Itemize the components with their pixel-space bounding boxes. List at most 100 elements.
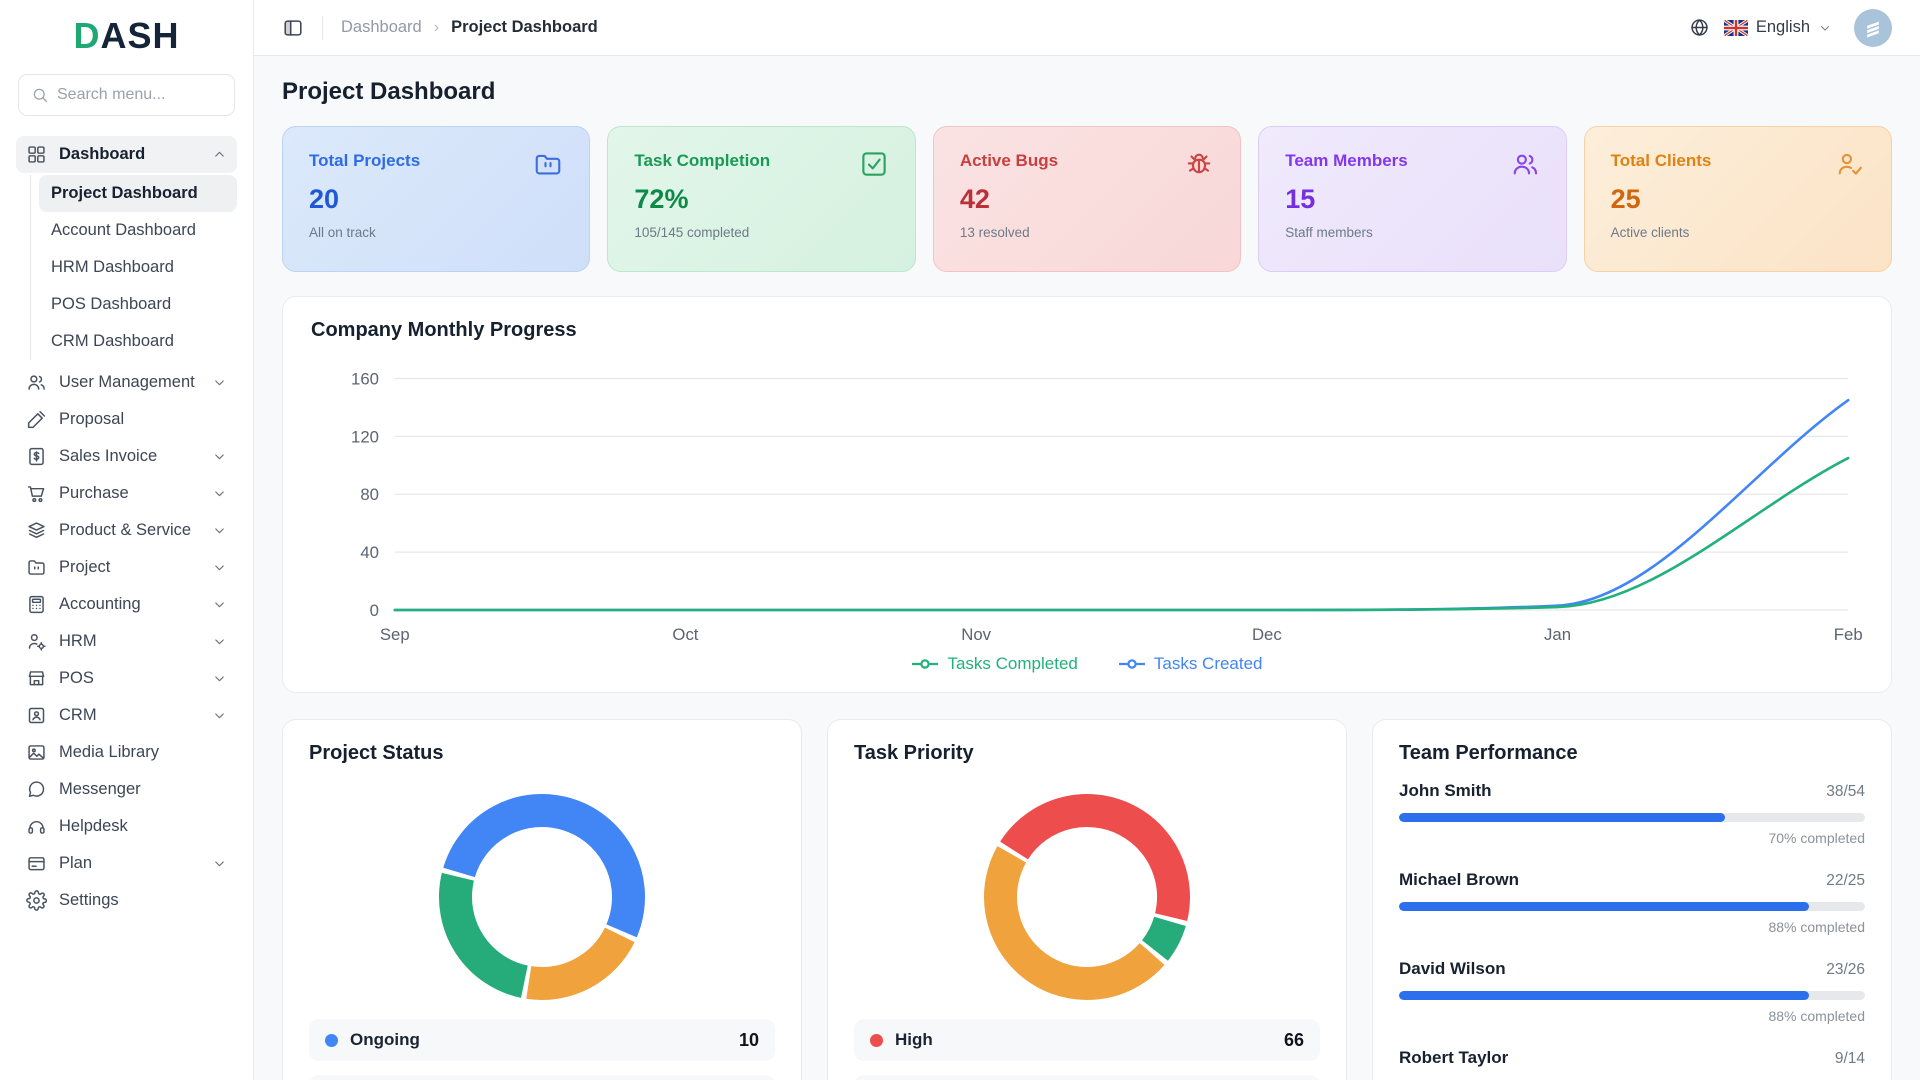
sidebar-item-hrm[interactable]: HRM (16, 623, 237, 660)
id-card-icon (26, 705, 47, 726)
sidebar-item-crm[interactable]: CRM (16, 697, 237, 734)
member-ratio: 22/25 (1826, 872, 1865, 890)
stat-card-task-completion: Task Completion72%105/145 completed (607, 126, 915, 272)
sidebar-item-product-service[interactable]: Product & Service (16, 512, 237, 549)
sidebar-subitem-crm-dashboard[interactable]: CRM Dashboard (39, 323, 237, 360)
sidebar-item-settings[interactable]: Settings (16, 882, 237, 919)
breadcrumb-chevron-icon: › (434, 19, 439, 37)
member-percent-label: 70% completed (1399, 830, 1865, 846)
stat-label: Total Clients (1611, 151, 1865, 171)
users-icon (26, 372, 47, 393)
sidebar-nav: Dashboard Project DashboardAccount Dashbo… (16, 136, 237, 919)
app-logo: DASH (16, 0, 237, 72)
sidebar-item-label: Product & Service (59, 521, 191, 540)
legend-row-high: High66 (854, 1019, 1320, 1061)
sidebar-item-sales-invoice[interactable]: Sales Invoice (16, 438, 237, 475)
user-avatar[interactable] (1854, 9, 1892, 47)
svg-text:80: 80 (360, 485, 379, 504)
sidebar-item-user-management[interactable]: User Management (16, 364, 237, 401)
sidebar-item-label: Messenger (59, 780, 141, 799)
legend-label: High (895, 1030, 933, 1050)
sidebar-item-accounting[interactable]: Accounting (16, 586, 237, 623)
store-icon (26, 668, 47, 689)
sidebar-subitem-project-dashboard[interactable]: Project Dashboard (39, 175, 237, 212)
sidebar-toggle-icon[interactable] (282, 17, 304, 39)
task-priority-panel: Task Priority High66 Medium69 (827, 719, 1347, 1080)
legend-item-tasks-created[interactable]: Tasks Created (1118, 654, 1263, 674)
member-name: Robert Taylor (1399, 1048, 1508, 1068)
uk-flag-icon (1724, 20, 1748, 36)
team-member-michael-brown: Michael Brown22/2588% completed (1399, 870, 1865, 935)
sidebar-item-plan[interactable]: Plan (16, 845, 237, 882)
bug-icon (1184, 149, 1214, 179)
legend-value: 10 (739, 1030, 759, 1051)
sidebar-subitem-account-dashboard[interactable]: Account Dashboard (39, 212, 237, 249)
user-check-icon (1835, 149, 1865, 179)
sidebar-item-media-library[interactable]: Media Library (16, 734, 237, 771)
svg-text:160: 160 (351, 369, 379, 388)
team-member-robert-taylor: Robert Taylor9/1464% completed (1399, 1048, 1865, 1080)
invoice-icon (26, 446, 47, 467)
legend-row-finished: Finished5 (309, 1075, 775, 1080)
svg-text:Feb: Feb (1834, 625, 1863, 644)
team-member-david-wilson: David Wilson23/2688% completed (1399, 959, 1865, 1024)
breadcrumb-current: Project Dashboard (451, 18, 598, 37)
sidebar-item-dashboard[interactable]: Dashboard (16, 136, 237, 173)
svg-text:120: 120 (351, 427, 379, 446)
chevron-down-icon (212, 856, 227, 871)
user-gear-icon (26, 631, 47, 652)
sidebar-item-pos[interactable]: POS (16, 660, 237, 697)
stat-label: Active Bugs (960, 151, 1214, 171)
svg-text:40: 40 (360, 543, 379, 562)
chevron-down-icon (212, 671, 227, 686)
logo-letter-d: D (73, 15, 100, 57)
member-ratio: 38/54 (1826, 783, 1865, 801)
sidebar-item-proposal[interactable]: Proposal (16, 401, 237, 438)
search-input[interactable] (57, 86, 254, 104)
language-selector[interactable]: English (1724, 18, 1832, 37)
task-priority-title: Task Priority (854, 742, 1320, 765)
stat-label: Task Completion (634, 151, 888, 171)
stat-card-total-projects: Total Projects20All on track (282, 126, 590, 272)
member-name: Michael Brown (1399, 870, 1519, 890)
member-name: John Smith (1399, 781, 1492, 801)
sidebar-item-label: User Management (59, 373, 195, 392)
sidebar-item-purchase[interactable]: Purchase (16, 475, 237, 512)
pen-icon (26, 409, 47, 430)
globe-icon[interactable] (1689, 17, 1710, 38)
legend-item-tasks-completed[interactable]: Tasks Completed (911, 654, 1077, 674)
team-icon (1510, 149, 1540, 179)
stat-subtext: Active clients (1611, 225, 1865, 240)
card-icon (26, 853, 47, 874)
sidebar-subitem-pos-dashboard[interactable]: POS Dashboard (39, 286, 237, 323)
team-member-john-smith: John Smith 38/54 70% completed (1399, 781, 1865, 846)
legend-marker-icon (1118, 658, 1146, 670)
logo-text: ASH (100, 15, 179, 57)
sidebar-item-label: Dashboard (59, 145, 145, 164)
sidebar-subitem-hrm-dashboard[interactable]: HRM Dashboard (39, 249, 237, 286)
team-performance-list: John Smith 38/54 70% completed Michael Brow… (1399, 781, 1865, 1080)
member-progress-bar (1399, 991, 1865, 1000)
check-square-icon (859, 149, 889, 179)
sidebar-item-project[interactable]: Project (16, 549, 237, 586)
member-ratio: 23/26 (1826, 961, 1865, 979)
page-title: Project Dashboard (282, 78, 1892, 106)
topbar: Dashboard › Project Dashboard (254, 0, 1920, 56)
sidebar-item-messenger[interactable]: Messenger (16, 771, 237, 808)
stat-card-team-members: Team Members15Staff members (1258, 126, 1566, 272)
legend-row-medium: Medium69 (854, 1075, 1320, 1080)
sidebar-item-label: Sales Invoice (59, 447, 157, 466)
stat-card-active-bugs: Active Bugs 42 13 resolved (933, 126, 1241, 272)
sidebar-item-label: Accounting (59, 595, 141, 614)
stat-value: 42 (960, 184, 1214, 215)
task-priority-donut (981, 791, 1193, 1003)
sidebar-item-helpdesk[interactable]: Helpdesk (16, 808, 237, 845)
sidebar-search[interactable] (18, 74, 235, 116)
bottom-cards-row: Project Status Ongoing10Finished5 Task P… (282, 719, 1892, 1080)
sidebar-item-label: CRM (59, 706, 97, 725)
breadcrumb-dashboard[interactable]: Dashboard (341, 18, 422, 37)
search-icon (31, 86, 49, 104)
stat-subtext: 13 resolved (960, 225, 1214, 240)
chevron-up-icon (212, 147, 227, 162)
headset-icon (26, 816, 47, 837)
